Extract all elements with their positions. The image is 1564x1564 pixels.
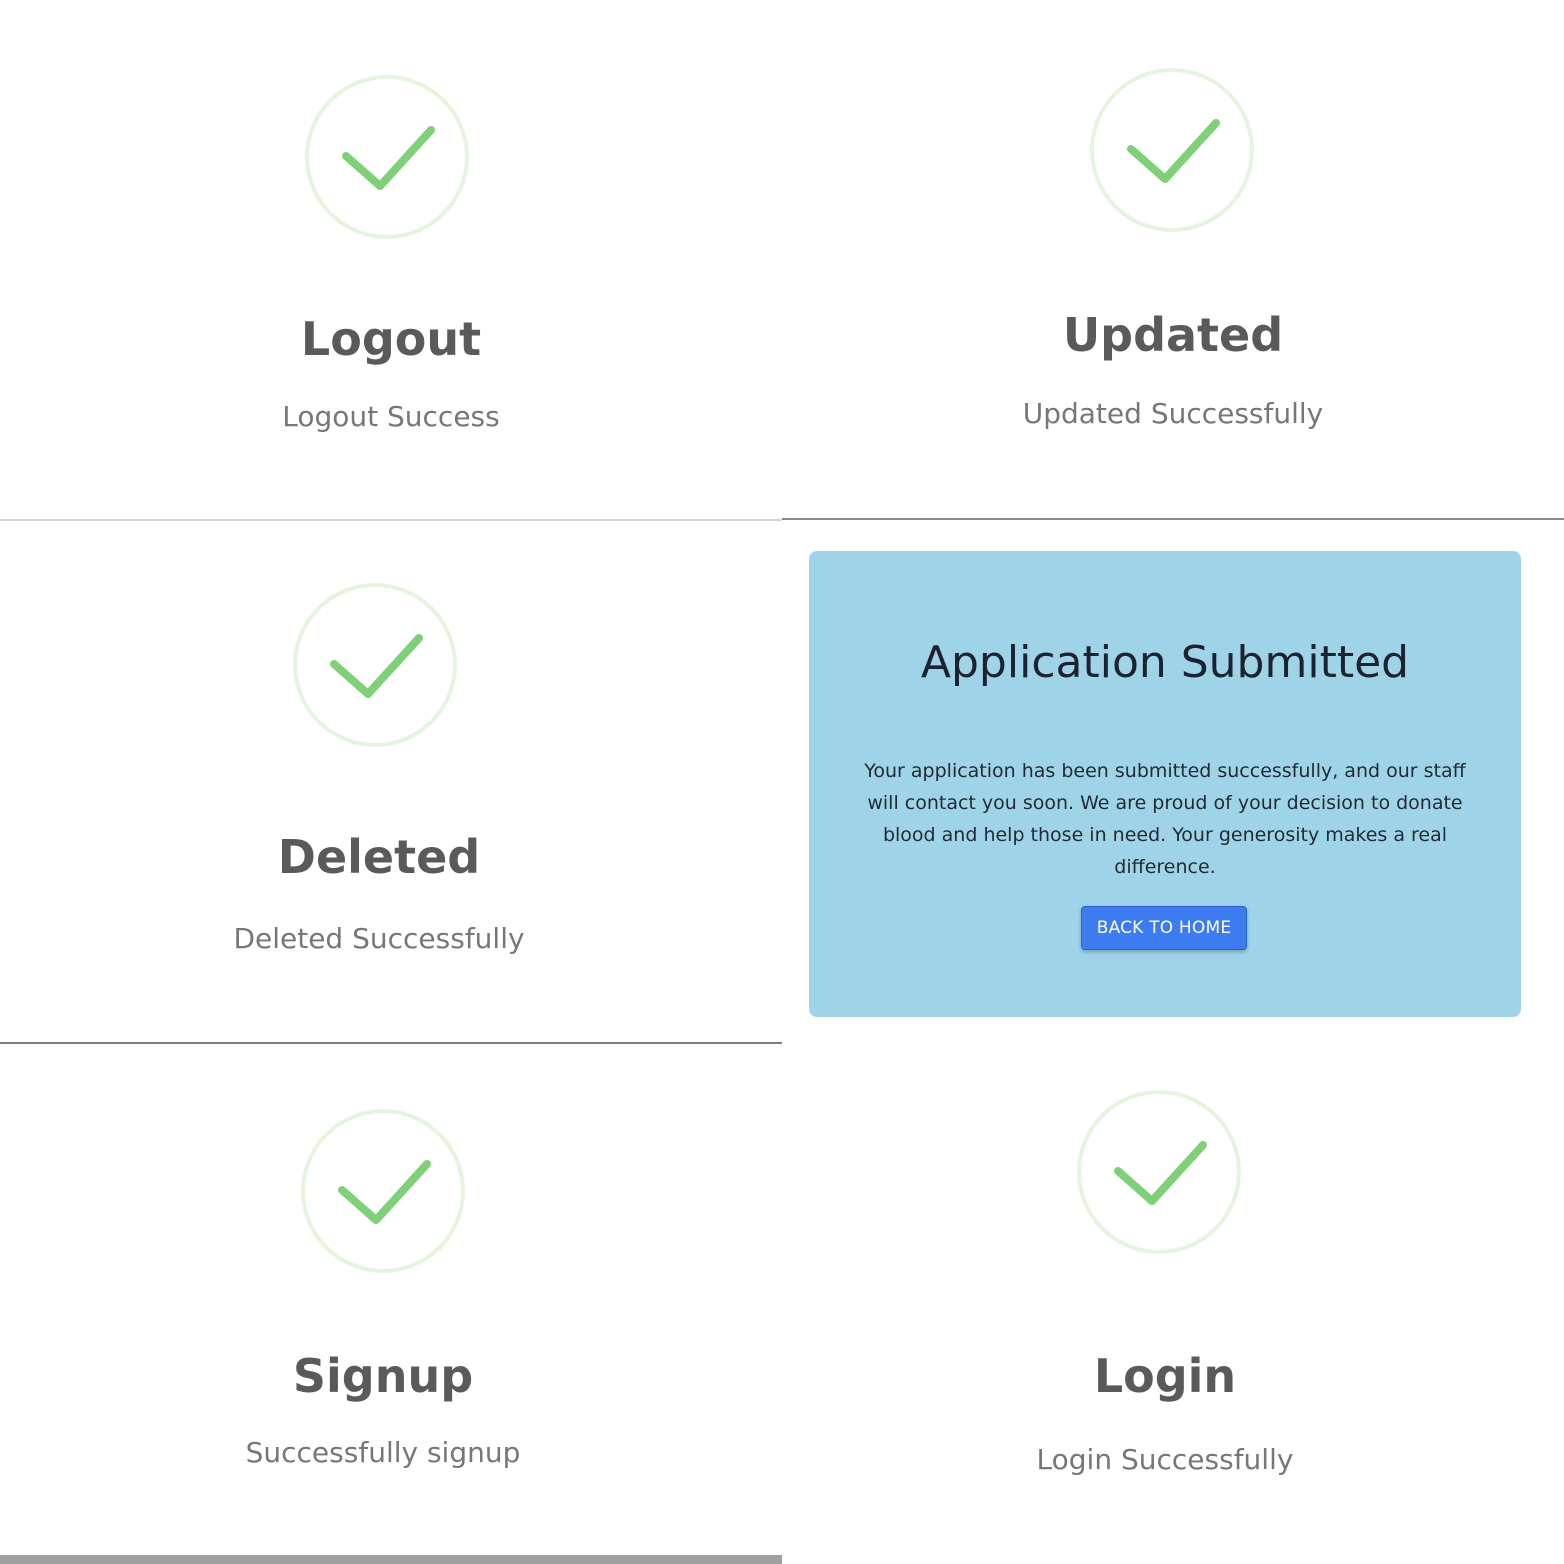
application-submitted-panel: Application Submitted Your application h…: [782, 520, 1564, 1043]
deleted-success-panel: Deleted Deleted Successfully: [0, 520, 782, 1043]
application-card: Application Submitted Your application h…: [809, 551, 1521, 1017]
panel-subtitle: Successfully signup: [245, 1436, 521, 1469]
panel-title: Login: [1093, 1349, 1237, 1403]
panel-subtitle: Updated Successfully: [1022, 397, 1324, 430]
check-icon: [302, 72, 472, 242]
panel-title: Logout: [300, 312, 482, 366]
bottom-bar: [0, 1555, 782, 1564]
application-message: Your application has been submitted succ…: [864, 760, 1466, 878]
back-to-home-button[interactable]: BACK TO HOME: [1081, 906, 1247, 950]
panel-title: Deleted: [277, 830, 481, 884]
application-title: Application Submitted: [920, 637, 1410, 688]
check-icon: [1074, 1087, 1244, 1257]
divider: [0, 519, 782, 521]
updated-success-panel: Updated Updated Successfully: [782, 0, 1564, 520]
check-icon: [290, 580, 460, 750]
panel-subtitle: Logout Success: [282, 400, 500, 433]
panel-title: Signup: [292, 1349, 474, 1403]
signup-success-panel: Signup Successfully signup: [0, 1043, 782, 1564]
divider: [782, 518, 1564, 520]
check-icon: [298, 1106, 468, 1276]
panel-title: Updated: [1062, 308, 1284, 362]
check-icon: [1087, 65, 1257, 235]
divider: [0, 1042, 782, 1044]
logout-success-panel: Logout Logout Success: [0, 0, 782, 520]
panel-subtitle: Deleted Successfully: [233, 922, 525, 955]
login-success-panel: Login Login Successfully: [782, 1043, 1564, 1564]
panel-subtitle: Login Successfully: [1036, 1443, 1294, 1476]
